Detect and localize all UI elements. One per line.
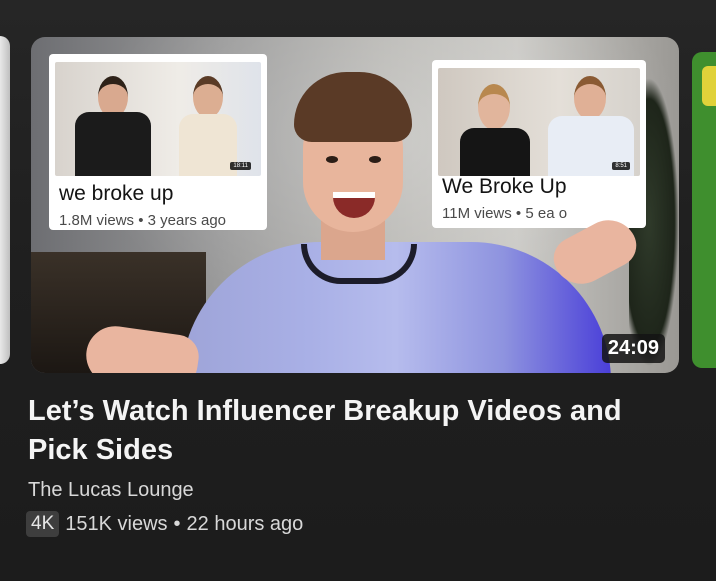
inset-card-title: we broke up bbox=[59, 182, 174, 205]
inset-card-duration: 8:51 bbox=[612, 162, 630, 170]
person-hand bbox=[82, 322, 202, 373]
video-title[interactable]: Let’s Watch Influencer Breakup Videos an… bbox=[28, 392, 688, 470]
inset-figure bbox=[73, 76, 153, 176]
meta-separator: • bbox=[173, 512, 181, 535]
channel-name[interactable]: The Lucas Lounge bbox=[28, 479, 194, 502]
next-video-card-edge[interactable] bbox=[692, 52, 716, 368]
video-duration-badge: 24:09 bbox=[601, 334, 665, 363]
video-thumbnail[interactable]: 18:11 we broke up 1.8M views • 3 years a… bbox=[31, 37, 679, 373]
inset-card-views: 1.8M views bbox=[59, 212, 135, 229]
quality-badge: 4K bbox=[26, 511, 60, 537]
inset-card-separator: • bbox=[138, 212, 144, 229]
person-eye bbox=[326, 156, 338, 163]
previous-video-card-edge[interactable] bbox=[0, 36, 10, 364]
upload-age: 22 hours ago bbox=[186, 512, 304, 535]
video-meta-row: 4K 151K views • 22 hours ago bbox=[26, 511, 303, 537]
person-eye bbox=[369, 156, 381, 163]
person-hair bbox=[294, 72, 412, 142]
view-count: 151K views bbox=[65, 512, 168, 535]
thumbnail-person bbox=[82, 72, 644, 373]
